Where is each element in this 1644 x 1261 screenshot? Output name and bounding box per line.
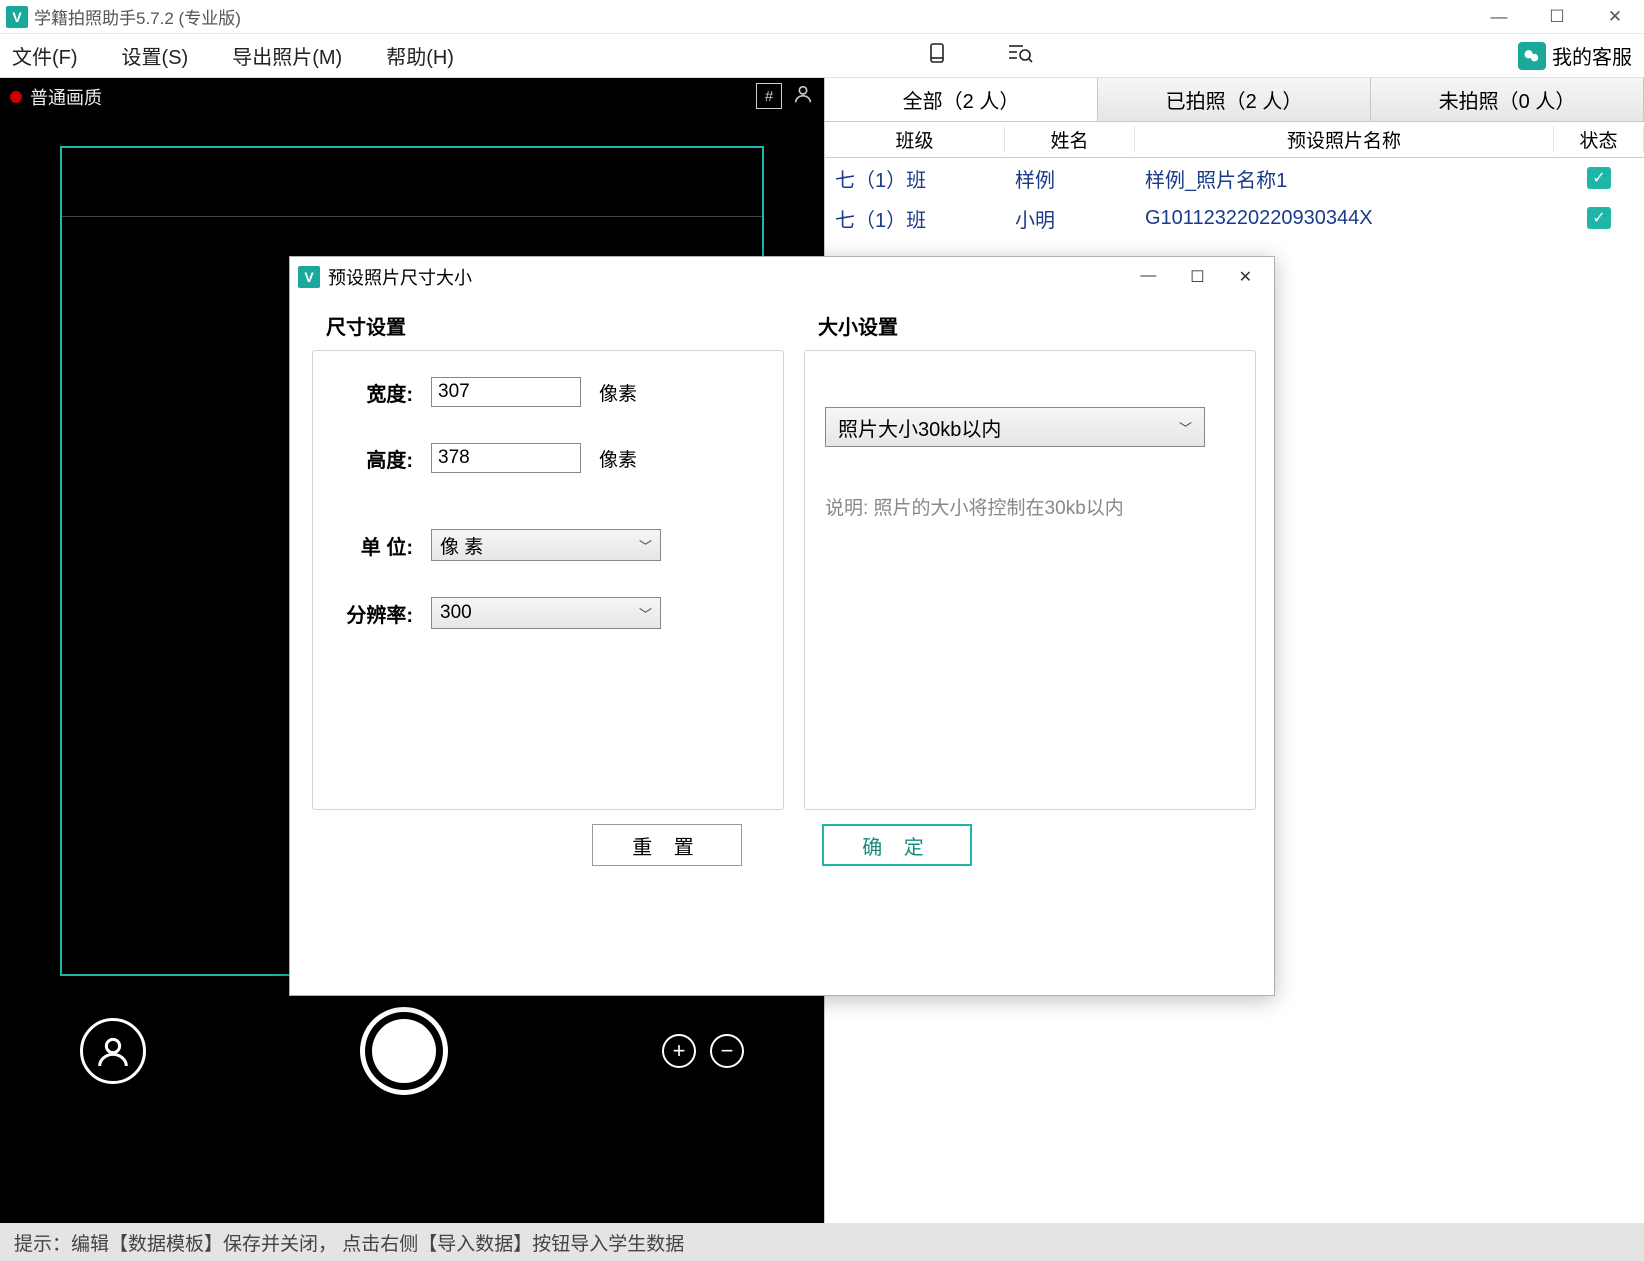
app-title: 学籍拍照助手5.7.2 (专业版) bbox=[34, 4, 241, 29]
tab-all[interactable]: 全部（2 人） bbox=[825, 78, 1098, 121]
guide-line bbox=[62, 216, 762, 217]
status-bar: 提示：编辑【数据模板】保存并关闭， 点击右侧【导入数据】按钮导入学生数据 bbox=[0, 1223, 1644, 1261]
filesize-group-title: 大小设置 bbox=[818, 311, 1256, 340]
record-indicator-icon bbox=[10, 91, 22, 103]
dialog-icon: V bbox=[298, 266, 320, 288]
chevron-down-icon: ﹀ bbox=[639, 604, 652, 623]
close-button[interactable]: ✕ bbox=[1586, 0, 1644, 34]
zoom-in-icon[interactable]: + bbox=[662, 1034, 696, 1068]
col-photo[interactable]: 预设照片名称 bbox=[1135, 126, 1554, 153]
menu-export[interactable]: 导出照片(M) bbox=[232, 41, 342, 70]
height-unit: 像素 bbox=[599, 445, 637, 472]
status-text: 提示：编辑【数据模板】保存并关闭， 点击右侧【导入数据】按钮导入学生数据 bbox=[14, 1229, 684, 1256]
maximize-button[interactable]: ☐ bbox=[1528, 0, 1586, 34]
title-bar: V 学籍拍照助手5.7.2 (专业版) — ☐ ✕ bbox=[0, 0, 1644, 34]
filesize-group: 照片大小30kb以内﹀ 说明: 照片的大小将控制在30kb以内 bbox=[804, 350, 1256, 810]
wechat-icon bbox=[1518, 42, 1546, 70]
search-list-icon[interactable] bbox=[1007, 41, 1033, 71]
menu-bar: 文件(F) 设置(S) 导出照片(M) 帮助(H) 我的客服 bbox=[0, 34, 1644, 78]
app-icon: V bbox=[6, 6, 28, 28]
size-group: 宽度: 像素 高度: 像素 单 位: 像 素﹀ bbox=[312, 350, 784, 810]
grid-icon[interactable]: # bbox=[756, 83, 782, 109]
filesize-description: 说明: 照片的大小将控制在30kb以内 bbox=[825, 493, 1235, 525]
quality-label[interactable]: 普通画质 bbox=[30, 84, 102, 110]
size-group-title: 尺寸设置 bbox=[326, 311, 784, 340]
table-row[interactable]: 七（1）班 样例 样例_照片名称1 ✓ bbox=[825, 158, 1644, 198]
col-status[interactable]: 状态 bbox=[1554, 126, 1644, 153]
width-input[interactable] bbox=[431, 377, 581, 407]
check-icon: ✓ bbox=[1587, 207, 1611, 229]
ok-button[interactable]: 确 定 bbox=[822, 824, 972, 866]
zoom-out-icon[interactable]: − bbox=[710, 1034, 744, 1068]
check-icon: ✓ bbox=[1587, 167, 1611, 189]
dialog-minimize-button[interactable]: — bbox=[1140, 267, 1156, 287]
unit-select[interactable]: 像 素﹀ bbox=[431, 529, 661, 561]
photo-size-dialog: V 预设照片尺寸大小 — ☐ ✕ 尺寸设置 宽度: 像素 高度: bbox=[289, 256, 1275, 996]
tab-taken[interactable]: 已拍照（2 人） bbox=[1098, 78, 1371, 121]
dialog-title: 预设照片尺寸大小 bbox=[328, 264, 472, 290]
reset-button[interactable]: 重 置 bbox=[592, 824, 742, 866]
chevron-down-icon: ﹀ bbox=[1179, 418, 1192, 437]
width-label: 宽度: bbox=[333, 378, 413, 407]
device-icon[interactable] bbox=[925, 41, 949, 71]
table-header: 班级 姓名 预设照片名称 状态 bbox=[825, 122, 1644, 158]
customer-service[interactable]: 我的客服 bbox=[1518, 41, 1632, 70]
profile-button[interactable] bbox=[80, 1018, 146, 1084]
dialog-close-button[interactable]: ✕ bbox=[1239, 267, 1252, 287]
menu-file[interactable]: 文件(F) bbox=[12, 41, 78, 70]
dialog-maximize-button[interactable]: ☐ bbox=[1190, 267, 1204, 287]
col-name[interactable]: 姓名 bbox=[1005, 126, 1135, 153]
height-label: 高度: bbox=[333, 444, 413, 473]
tab-nottaken[interactable]: 未拍照（0 人） bbox=[1371, 78, 1644, 121]
chevron-down-icon: ﹀ bbox=[639, 536, 652, 555]
menu-help[interactable]: 帮助(H) bbox=[386, 41, 454, 70]
minimize-button[interactable]: — bbox=[1470, 0, 1528, 34]
person-overlay-icon[interactable] bbox=[792, 83, 814, 111]
height-input[interactable] bbox=[431, 443, 581, 473]
width-unit: 像素 bbox=[599, 379, 637, 406]
customer-service-label: 我的客服 bbox=[1552, 41, 1632, 70]
col-class[interactable]: 班级 bbox=[825, 126, 1005, 153]
shutter-button[interactable] bbox=[360, 1007, 448, 1095]
menu-settings[interactable]: 设置(S) bbox=[122, 41, 189, 70]
filesize-select[interactable]: 照片大小30kb以内﹀ bbox=[825, 407, 1205, 447]
unit-label: 单 位: bbox=[333, 531, 413, 560]
resolution-select[interactable]: 300﹀ bbox=[431, 597, 661, 629]
table-row[interactable]: 七（1）班 小明 G101123220220930344X ✓ bbox=[825, 198, 1644, 238]
resolution-label: 分辨率: bbox=[333, 599, 413, 628]
